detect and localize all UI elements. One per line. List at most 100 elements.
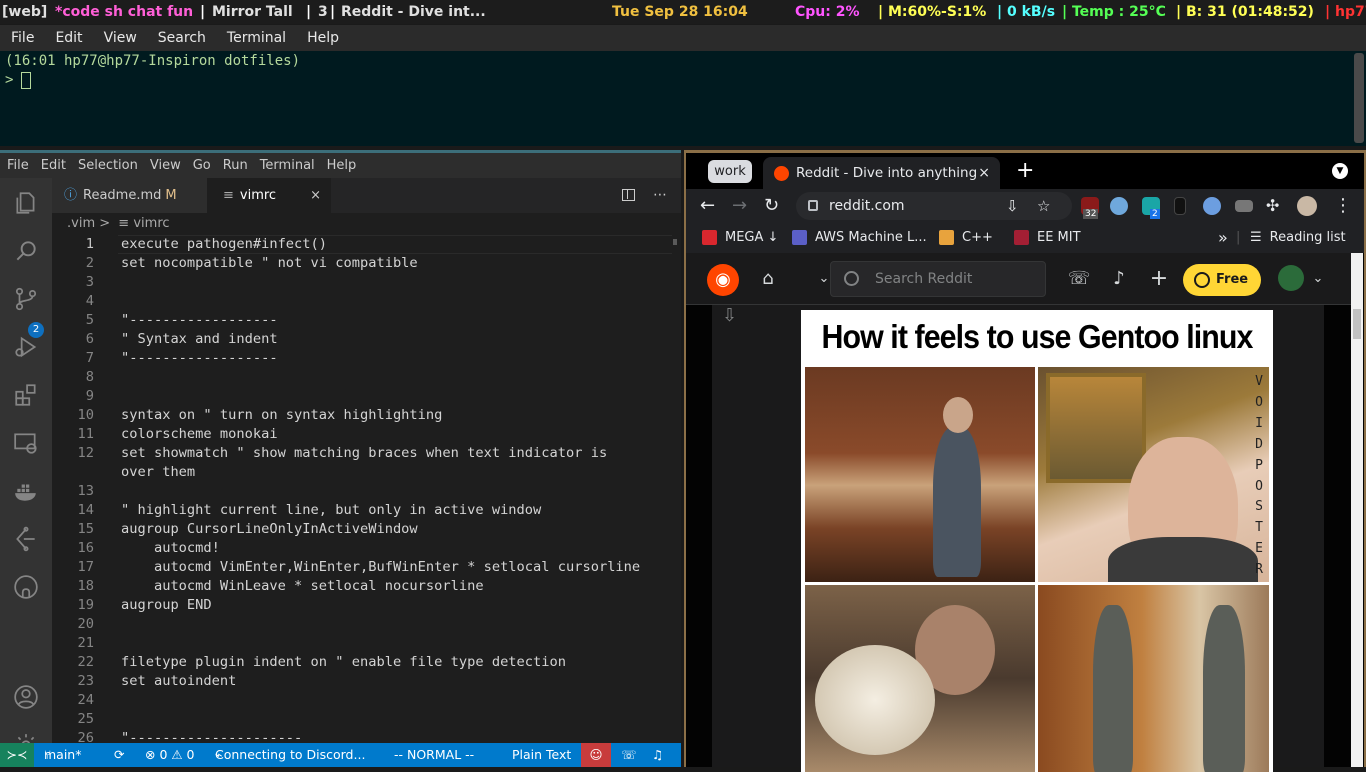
breadcrumb-file[interactable]: vimrc <box>133 216 169 231</box>
language-mode[interactable]: Plain Text <box>512 743 571 767</box>
code-line[interactable]: 23 set autoindent <box>52 672 681 691</box>
code-line[interactable]: 25 <box>52 710 681 729</box>
code-line[interactable]: 7 "------------------ <box>52 349 681 368</box>
menu-terminal[interactable]: Terminal <box>216 30 296 46</box>
breadcrumb-folder[interactable]: .vim <box>67 216 95 231</box>
menu-edit[interactable]: Edit <box>44 30 92 46</box>
menu-help[interactable]: Help <box>321 158 363 173</box>
menu-view[interactable]: View <box>93 30 147 46</box>
code-line[interactable]: 10 syntax on " turn on syntax highlightin… <box>52 406 681 425</box>
more-actions-icon[interactable]: ⋯ <box>653 187 667 203</box>
code-line[interactable]: 20 <box>52 615 681 634</box>
code-line[interactable]: 8 <box>52 368 681 387</box>
editor-scrollbar[interactable] <box>673 239 677 245</box>
install-app-icon[interactable]: ⇩ <box>1006 192 1019 220</box>
accounts-icon[interactable] <box>13 684 39 710</box>
menu-terminal[interactable]: Terminal <box>254 158 321 173</box>
menu-run[interactable]: Run <box>217 158 254 173</box>
forward-button[interactable]: → <box>732 189 747 223</box>
code-line[interactable]: 18 autocmd WinLeave * setlocal nocursorl… <box>52 577 681 596</box>
bookmark-mega[interactable]: MEGA ↓ <box>702 223 778 253</box>
bookmark-aws[interactable]: AWS Machine L... <box>792 223 927 253</box>
menu-file[interactable]: File <box>1 158 35 173</box>
scrollbar-thumb[interactable] <box>1353 309 1361 339</box>
extension-owl-icon[interactable] <box>1110 197 1128 215</box>
notifications-bell-icon[interactable]: ♪ <box>1107 267 1131 291</box>
menu-file[interactable]: File <box>0 30 44 46</box>
code-line[interactable]: 3 <box>52 273 681 292</box>
reading-list-button[interactable]: ☰ Reading list <box>1250 223 1346 253</box>
profile-avatar[interactable] <box>1297 196 1317 216</box>
chat-icon[interactable]: ☏ <box>1067 267 1091 291</box>
back-button[interactable]: ← <box>700 189 715 223</box>
workspace-indicator[interactable]: [web] <box>2 0 47 24</box>
code-line[interactable]: 14 " highlight current line, but only in … <box>52 501 681 520</box>
code-line[interactable]: 11 colorscheme monokai <box>52 425 681 444</box>
git-graph-icon[interactable] <box>13 526 39 552</box>
feedback-icon[interactable]: ☏ <box>621 743 637 767</box>
active-tab[interactable]: Reddit - Dive into anything × <box>763 157 1000 189</box>
menu-go[interactable]: Go <box>187 158 217 173</box>
bookmark-ee-mit[interactable]: EE MIT <box>1014 223 1081 253</box>
extension-camera-icon[interactable] <box>1235 200 1253 212</box>
remote-indicator[interactable]: ≻≺ <box>0 743 34 767</box>
workspace-list[interactable]: *code sh chat fun <box>55 0 193 24</box>
new-tab-button[interactable]: + <box>1016 157 1034 185</box>
menu-help[interactable]: Help <box>296 30 349 46</box>
downvote-icon[interactable]: ⇩ <box>722 305 737 326</box>
search-input[interactable]: Search Reddit <box>830 261 1046 297</box>
bookmark-cpp[interactable]: C++ <box>939 223 993 253</box>
code-line[interactable]: 6 " Syntax and indent <box>52 330 681 349</box>
remote-explorer-icon[interactable] <box>13 430 39 456</box>
create-post-icon[interactable]: + <box>1147 267 1171 291</box>
close-tab-button[interactable]: × <box>978 157 990 189</box>
post-image[interactable]: How it feels to use Gentoo linux V O I D… <box>801 310 1273 772</box>
code-line[interactable]: 12 set showmatch " show matching braces w… <box>52 444 681 463</box>
code-line[interactable]: 15 augroup CursorLineOnlyInActiveWindow <box>52 520 681 539</box>
code-line[interactable]: 26 "--------------------- <box>52 729 681 743</box>
address-bar[interactable]: reddit.com ⇩ ☆ <box>796 192 1072 220</box>
code-line[interactable]: over them <box>52 463 681 482</box>
menu-search[interactable]: Search <box>147 30 216 46</box>
problems-indicator[interactable]: ⊗ 0 ⚠ 0 <box>145 743 195 767</box>
code-line[interactable]: 2 set nocompatible " not vi compatible <box>52 254 681 273</box>
close-tab-button[interactable]: × <box>310 178 321 213</box>
source-control-icon[interactable] <box>13 286 39 312</box>
page-scrollbar[interactable] <box>1351 253 1363 767</box>
code-line[interactable]: 22 filetype plugin indent on " enable fil… <box>52 653 681 672</box>
home-icon[interactable]: ⌂ <box>756 267 780 291</box>
reload-button[interactable]: ↻ <box>764 189 779 223</box>
terminal-output[interactable]: (16:01 hp77@hp77-Inspiron dotfiles) > <box>0 51 1366 146</box>
code-editor[interactable]: 1 execute pathogen#infect() 2 set nocompati… <box>52 235 681 743</box>
bookmark-star-icon[interactable]: ☆ <box>1037 192 1050 220</box>
reddit-logo[interactable]: ◉ <box>707 264 739 296</box>
bookmarks-overflow-button[interactable]: » <box>1218 223 1228 253</box>
chevron-down-icon[interactable]: ⌄ <box>1306 267 1330 291</box>
code-line[interactable]: 19 augroup END <box>52 596 681 615</box>
menu-view[interactable]: View <box>144 158 187 173</box>
code-line[interactable]: 5 "------------------ <box>52 311 681 330</box>
menu-edit[interactable]: Edit <box>35 158 72 173</box>
free-coins-button[interactable]: Free <box>1183 264 1261 296</box>
menu-selection[interactable]: Selection <box>72 158 144 173</box>
search-icon[interactable] <box>13 238 39 264</box>
tab-search-icon[interactable]: ▼ <box>1332 163 1348 179</box>
tab-readme[interactable]: ⓘ Readme.md M <box>52 178 207 213</box>
code-line[interactable]: 13 <box>52 482 681 501</box>
explorer-icon[interactable] <box>13 190 39 216</box>
code-line[interactable]: 16 autocmd! <box>52 539 681 558</box>
tab-group-work[interactable]: work <box>708 160 752 183</box>
user-avatar[interactable] <box>1278 265 1304 291</box>
sync-icon[interactable]: ⟳ <box>114 743 124 767</box>
code-line[interactable]: 17 autocmd VimEnter,WinEnter,BufWinEnter… <box>52 558 681 577</box>
github-icon[interactable] <box>13 574 39 600</box>
code-line[interactable]: 24 <box>52 691 681 710</box>
chrome-menu-icon[interactable]: ⋮ <box>1334 189 1352 223</box>
extension-feather-icon[interactable] <box>1203 197 1221 215</box>
code-line[interactable]: 4 <box>52 292 681 311</box>
extension-dark-icon[interactable] <box>1174 197 1186 215</box>
tab-vimrc[interactable]: ≡ vimrc × <box>207 178 331 213</box>
terminal-scrollbar[interactable] <box>1354 53 1364 143</box>
docker-icon[interactable] <box>13 478 39 504</box>
run-debug-icon[interactable] <box>13 334 39 360</box>
